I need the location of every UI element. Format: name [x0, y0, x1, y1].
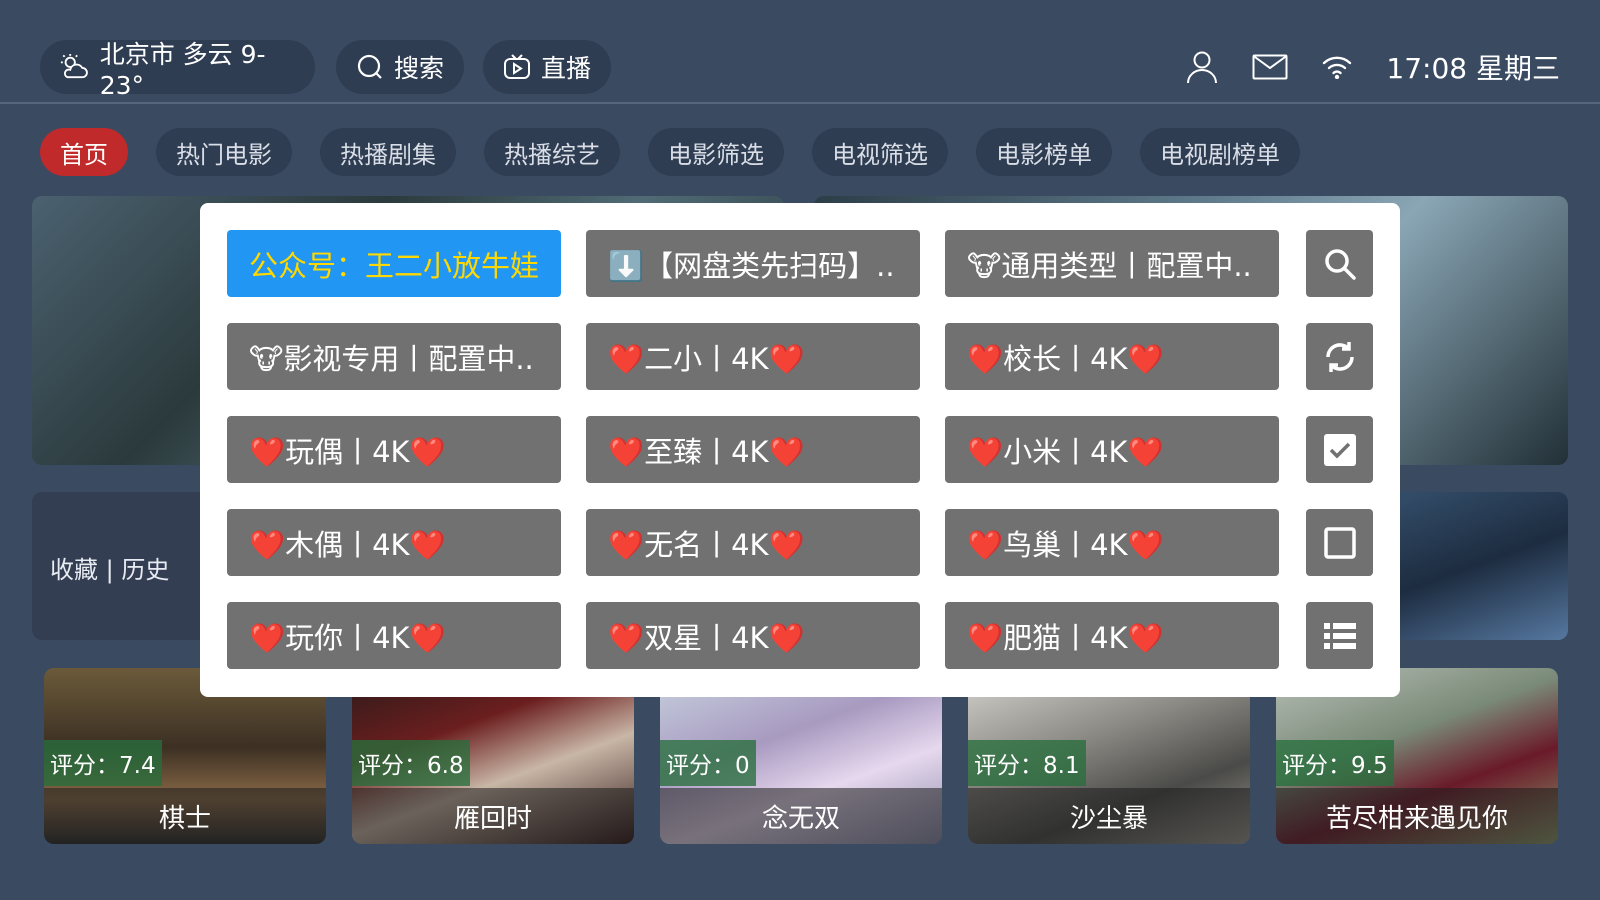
movie-score: 评分：0 — [660, 740, 756, 786]
tab-hot-movies[interactable]: 热门电影 — [156, 128, 292, 176]
list-view-button[interactable] — [1306, 602, 1373, 669]
source-button[interactable]: ❤️玩你丨4K❤️ — [227, 602, 561, 669]
tab-home[interactable]: 首页 — [40, 128, 128, 176]
movie-title: 棋士 — [158, 803, 211, 834]
source-label: ❤️无名丨4K❤️ — [608, 527, 805, 562]
source-button[interactable]: ❤️至臻丨4K❤️ — [586, 416, 920, 483]
top-bar: 北京市 多云 9-23° 搜索 直播 17:08 星期三 — [0, 0, 1600, 104]
source-button[interactable]: ❤️无名丨4K❤️ — [586, 509, 920, 576]
source-label: ❤️双星丨4K❤️ — [608, 620, 805, 655]
checkbox-checked-icon — [1323, 433, 1356, 466]
cloudy-icon — [60, 53, 88, 79]
source-label: ❤️至臻丨4K❤️ — [608, 434, 805, 469]
source-label: ❤️玩你丨4K❤️ — [249, 620, 446, 655]
source-select-dialog: 公众号：王二小放牛娃 ⬇️【网盘类先扫码】.. 🐮通用类型丨配置中.. 🐮影视专… — [200, 203, 1400, 697]
select-all-button[interactable] — [1306, 416, 1373, 483]
source-label: 公众号：王二小放牛娃 — [249, 248, 540, 283]
source-button[interactable]: ❤️双星丨4K❤️ — [586, 602, 920, 669]
search-source-button[interactable] — [1306, 230, 1373, 297]
wifi-icon — [1323, 56, 1352, 79]
mail-icon[interactable] — [1252, 54, 1288, 80]
source-label: 🐮影视专用丨配置中.. — [249, 341, 534, 376]
source-label: ❤️玩偶丨4K❤️ — [249, 434, 446, 469]
source-label: ❤️木偶丨4K❤️ — [249, 527, 446, 562]
movie-title: 念无双 — [761, 803, 840, 834]
refresh-button[interactable] — [1306, 323, 1373, 390]
movie-title: 雁回时 — [453, 803, 532, 834]
featured-poster[interactable] — [1380, 492, 1568, 640]
movie-title: 苦尽柑来遇见你 — [1325, 803, 1508, 834]
source-label: ⬇️【网盘类先扫码】.. — [608, 248, 895, 283]
source-button[interactable]: ❤️二小丨4K❤️ — [586, 323, 920, 390]
source-label: ❤️肥猫丨4K❤️ — [967, 620, 1164, 655]
tab-movie-rank[interactable]: 电影榜单 — [976, 128, 1112, 176]
tab-hot-variety[interactable]: 热播综艺 — [484, 128, 620, 176]
source-button[interactable]: ❤️校长丨4K❤️ — [945, 323, 1279, 390]
live-button[interactable]: 直播 — [483, 40, 611, 94]
source-button[interactable]: ❤️鸟巢丨4K❤️ — [945, 509, 1279, 576]
weather-text: 北京市 多云 9-23° — [99, 39, 266, 100]
weather-button[interactable]: 北京市 多云 9-23° — [40, 40, 315, 100]
search-label: 搜索 — [394, 54, 445, 83]
tab-drama-rank[interactable]: 电视剧榜单 — [1140, 128, 1300, 176]
tab-movie-filter[interactable]: 电影筛选 — [648, 128, 784, 176]
live-label: 直播 — [541, 54, 592, 83]
clock-text: 17:08 星期三 — [1386, 52, 1560, 85]
source-button[interactable]: ❤️木偶丨4K❤️ — [227, 509, 561, 576]
movie-score: 评分：8.1 — [968, 740, 1086, 786]
source-label: ❤️鸟巢丨4K❤️ — [967, 527, 1164, 562]
status-area: 17:08 星期三 — [1186, 40, 1560, 94]
source-button[interactable]: ❤️小米丨4K❤️ — [945, 416, 1279, 483]
source-button[interactable]: ⬇️【网盘类先扫码】.. — [586, 230, 920, 297]
source-button[interactable]: ❤️玩偶丨4K❤️ — [227, 416, 561, 483]
user-icon[interactable] — [1186, 50, 1218, 84]
movie-score: 评分：6.8 — [352, 740, 470, 786]
source-label: 🐮通用类型丨配置中.. — [967, 248, 1252, 283]
tab-tv-filter[interactable]: 电视筛选 — [812, 128, 948, 176]
tv-play-icon — [504, 54, 530, 79]
source-label: ❤️小米丨4K❤️ — [967, 434, 1164, 469]
checkbox-empty-icon — [1323, 526, 1356, 559]
source-label: ❤️校长丨4K❤️ — [967, 341, 1164, 376]
category-tabs: 首页 热门电影 热播剧集 热播综艺 电影筛选 电视筛选 电影榜单 电视剧榜单 — [40, 128, 1300, 176]
deselect-button[interactable] — [1306, 509, 1373, 576]
source-button-selected[interactable]: 公众号：王二小放牛娃 — [227, 230, 561, 297]
search-icon — [1324, 248, 1356, 280]
movie-score: 评分：7.4 — [44, 740, 162, 786]
favorites-history-label: 收藏 | 历史 — [50, 556, 170, 584]
list-icon — [1323, 622, 1356, 649]
source-button[interactable]: ❤️肥猫丨4K❤️ — [945, 602, 1279, 669]
search-button[interactable]: 搜索 — [336, 40, 464, 94]
refresh-icon — [1325, 341, 1354, 372]
tab-hot-series[interactable]: 热播剧集 — [320, 128, 456, 176]
search-icon — [357, 54, 382, 79]
source-button[interactable]: 🐮通用类型丨配置中.. — [945, 230, 1279, 297]
movie-score: 评分：9.5 — [1276, 740, 1394, 786]
source-label: ❤️二小丨4K❤️ — [608, 341, 805, 376]
movie-title: 沙尘暴 — [1069, 803, 1148, 834]
source-button[interactable]: 🐮影视专用丨配置中.. — [227, 323, 561, 390]
